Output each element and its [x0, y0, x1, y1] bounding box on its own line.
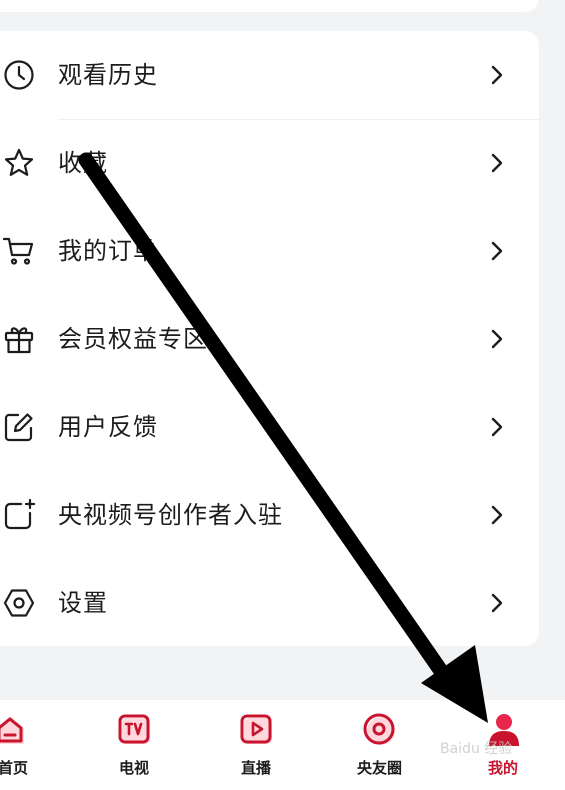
tab-label: 电视 [119, 759, 150, 777]
chevron-right-icon [485, 415, 509, 439]
tab-label: 我的 [488, 759, 519, 777]
menu-item-settings[interactable]: 设置 [0, 559, 539, 647]
profile-screen: 观看历史 收藏 我的订单 会员权益专区 用户反馈 央视频号创作者入驻 设置 首页… [0, 0, 565, 790]
menu-card: 观看历史 收藏 我的订单 会员权益专区 用户反馈 央视频号创作者入驻 设置 [0, 31, 539, 646]
tab-home[interactable]: 首页 [0, 700, 50, 790]
menu-item-member-benefits[interactable]: 会员权益专区 [0, 295, 539, 383]
cart-icon [2, 234, 36, 268]
circle-icon [362, 712, 398, 748]
menu-item-label: 观看历史 [58, 61, 158, 89]
menu-item-favorites[interactable]: 收藏 [0, 119, 539, 207]
menu-item-label: 用户反馈 [58, 413, 158, 441]
chevron-right-icon [485, 503, 509, 527]
tab-label: 央友圈 [357, 759, 403, 777]
menu-item-watch-history[interactable]: 观看历史 [0, 31, 539, 120]
gift-icon [2, 322, 36, 356]
chevron-right-icon [485, 591, 509, 615]
tab-tv[interactable]: 电视 [110, 700, 160, 790]
chevron-right-icon [485, 63, 509, 87]
menu-item-creator-signup[interactable]: 央视频号创作者入驻 [0, 471, 539, 559]
chevron-right-icon [485, 239, 509, 263]
star-icon [2, 146, 36, 180]
chevron-right-icon [485, 327, 509, 351]
clock-icon [2, 58, 36, 92]
top-card [0, 0, 539, 12]
settings-icon [2, 586, 36, 620]
menu-item-label: 设置 [58, 589, 108, 617]
menu-item-my-orders[interactable]: 我的订单 [0, 207, 539, 295]
watermark-logo: Baidu 经验 [440, 741, 513, 757]
tab-label: 直播 [241, 759, 272, 777]
chevron-right-icon [485, 151, 509, 175]
edit-icon [2, 410, 36, 444]
menu-item-feedback[interactable]: 用户反馈 [0, 383, 539, 471]
home-icon [0, 712, 28, 748]
menu-item-label: 收藏 [58, 149, 108, 177]
tab-live[interactable]: 直播 [232, 700, 282, 790]
menu-item-label: 会员权益专区 [58, 325, 208, 353]
play-icon [239, 712, 275, 748]
tab-label: 首页 [0, 759, 29, 777]
add-square-icon [2, 498, 36, 532]
menu-item-label: 我的订单 [58, 237, 158, 265]
tv-icon [117, 712, 153, 748]
tab-friends-circle[interactable]: 央友圈 [352, 700, 408, 790]
menu-item-label: 央视频号创作者入驻 [58, 501, 283, 529]
